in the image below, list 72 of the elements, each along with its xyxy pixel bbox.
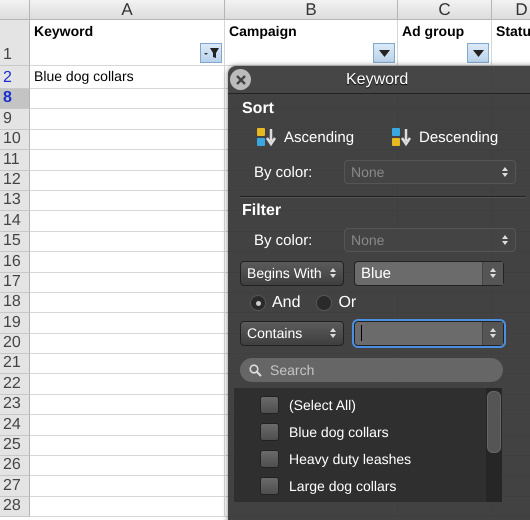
updown-arrows-icon	[329, 327, 337, 339]
column-header[interactable]: C	[398, 0, 492, 20]
row-header[interactable]: 28	[0, 496, 30, 518]
operator-dropdown[interactable]: Contains	[240, 320, 344, 346]
updown-arrows-icon	[501, 166, 509, 178]
list-item[interactable]: (Select All)	[260, 391, 486, 418]
updown-arrows-icon	[489, 327, 497, 339]
row-header[interactable]: 10	[0, 130, 30, 150]
sort-ascending-icon	[256, 127, 278, 147]
row-header[interactable]: 1	[0, 20, 30, 66]
row-header[interactable]: 14	[0, 211, 30, 232]
row-header[interactable]: 25	[0, 436, 30, 456]
search-field[interactable]: Search	[240, 358, 503, 382]
field-label: By color:	[254, 164, 314, 180]
row-header[interactable]: 27	[0, 476, 30, 497]
close-icon	[236, 74, 246, 84]
list-item[interactable]: Large dog collars	[260, 472, 486, 499]
row-header[interactable]: 26	[0, 456, 30, 476]
row-header[interactable]: 22	[0, 374, 30, 395]
checkbox[interactable]	[260, 476, 279, 494]
row-header[interactable]: 17	[0, 272, 30, 293]
scrollbar-thumb[interactable]	[487, 391, 501, 453]
field-label: By color:	[254, 232, 314, 248]
checkbox[interactable]	[260, 396, 279, 414]
column-header[interactable]: B	[225, 0, 398, 20]
row-header[interactable]: 2	[0, 66, 30, 89]
sort-descending-icon	[391, 127, 413, 147]
row-header[interactable]: 9	[0, 109, 30, 130]
row-header[interactable]: 20	[0, 334, 30, 354]
column-header[interactable]: D	[492, 0, 530, 20]
checkbox[interactable]	[260, 422, 279, 440]
row-header[interactable]: 8	[0, 89, 30, 110]
sort-descending-button[interactable]: Descending	[391, 127, 526, 147]
row-header[interactable]: 12	[0, 170, 30, 191]
row-header[interactable]: 19	[0, 313, 30, 334]
checkbox[interactable]	[260, 450, 279, 468]
radio-button[interactable]: And	[250, 294, 300, 312]
close-button[interactable]	[230, 69, 251, 90]
section-heading: Filter	[242, 202, 282, 221]
row-header[interactable]: 15	[0, 232, 30, 252]
updown-arrows-icon	[489, 267, 497, 279]
funnel-icon	[202, 47, 220, 59]
column-title: Statu	[496, 23, 530, 39]
dropdown-button[interactable]	[467, 43, 489, 63]
table-cell: Blue dog collars	[30, 66, 225, 89]
updown-arrows-icon	[329, 267, 337, 279]
column-title: Campaign	[229, 23, 298, 39]
value-combo-field[interactable]: Blue	[354, 260, 504, 286]
column-header[interactable]: A	[30, 0, 225, 20]
down-triangle-icon	[378, 50, 390, 56]
row-header[interactable]: 11	[0, 150, 30, 171]
row-header[interactable]: 24	[0, 415, 30, 436]
panel-title: Keyword	[346, 70, 408, 88]
select-all-corner[interactable]	[0, 0, 30, 20]
row-header[interactable]: 21	[0, 354, 30, 374]
section-heading: Sort	[242, 100, 275, 119]
dropdown-button[interactable]	[373, 43, 395, 63]
down-triangle-icon	[472, 50, 484, 56]
column-title: Keyword	[34, 23, 94, 39]
list-item[interactable]: Heavy duty leashes	[260, 445, 486, 472]
row-header[interactable]: 18	[0, 292, 30, 314]
column-title: Ad group	[402, 23, 466, 39]
row-header[interactable]: 16	[0, 252, 30, 273]
row-header[interactable]: 23	[0, 394, 30, 416]
operator-dropdown[interactable]: Begins With	[240, 260, 344, 286]
filter-button[interactable]	[200, 43, 222, 63]
row-header[interactable]: 13	[0, 190, 30, 212]
list-item[interactable]: Blue dog collars	[260, 418, 486, 445]
sort-ascending-button[interactable]: Ascending	[256, 127, 391, 147]
value-combo-field[interactable]	[354, 320, 504, 346]
updown-arrows-icon	[501, 234, 509, 246]
radio-button[interactable]: Or	[316, 294, 356, 312]
